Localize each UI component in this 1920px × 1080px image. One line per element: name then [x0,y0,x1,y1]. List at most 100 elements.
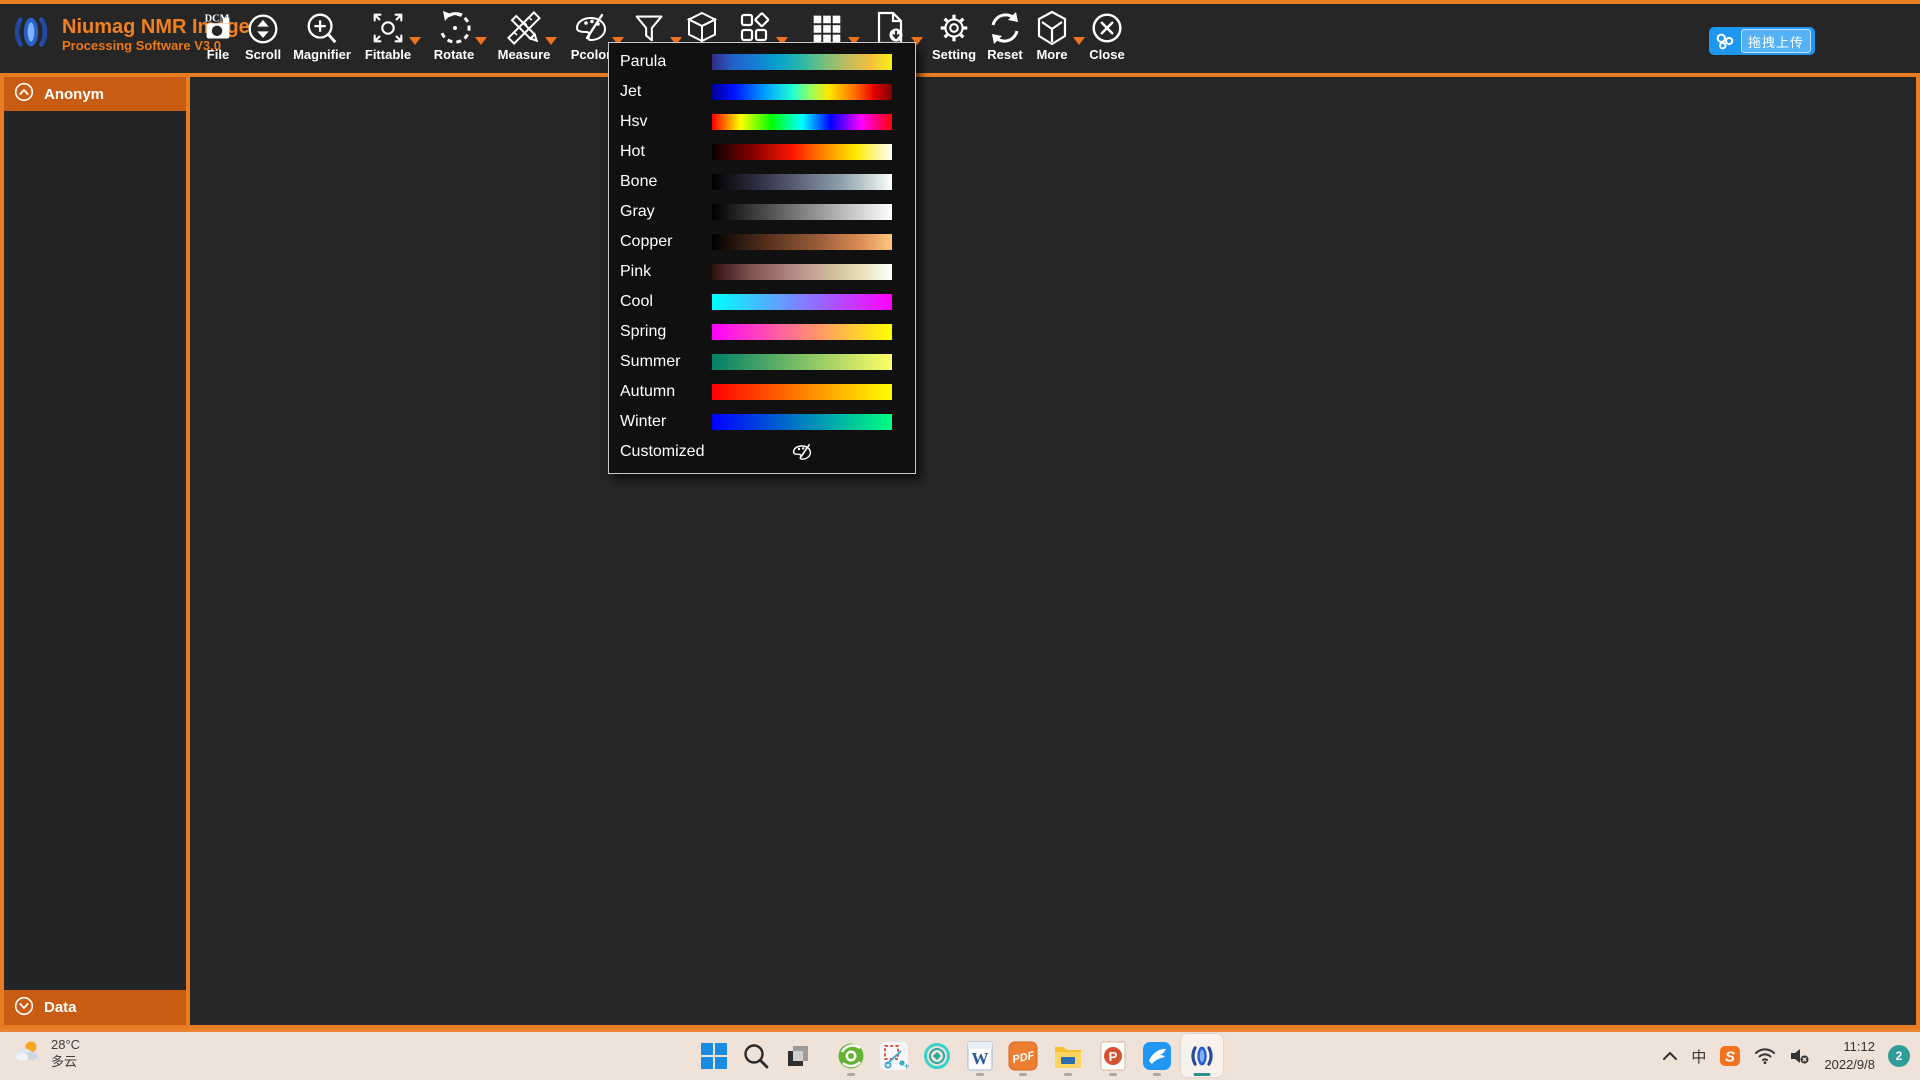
colormap-option-hot[interactable]: Hot [609,137,915,167]
chevron-up-circle-icon [14,82,34,106]
drag-upload-button[interactable]: 拖拽上传 [1709,27,1815,55]
weather-widget[interactable]: 28°C 多云 [12,1037,80,1071]
svg-text:P: P [1109,1049,1118,1064]
colormap-swatch-hot [712,144,892,160]
colormap-option-spring[interactable]: Spring [609,317,915,347]
running-indicator [1064,1073,1072,1076]
running-indicator [1109,1073,1117,1076]
taskbar-browser-360-icon[interactable] [830,1034,872,1077]
toolbar-label-rotate: Rotate [434,47,474,62]
tray-chevron-up-icon[interactable] [1662,1051,1678,1061]
sidebar-section-data[interactable]: Data [4,990,186,1025]
palette-icon [571,8,611,48]
weather-cloud-sun-icon [12,1038,42,1069]
app-logo-icon [8,9,54,60]
colormap-label: Gray [609,203,712,221]
taskbar-task-view-icon[interactable] [777,1034,819,1077]
running-indicator [976,1073,984,1076]
measure-icon [504,8,544,48]
colormap-label: Winter [609,413,712,431]
colormap-option-summer[interactable]: Summer [609,347,915,377]
svg-text:+: + [904,1061,909,1071]
taskbar-pdf-icon[interactable]: PDF [1002,1034,1044,1077]
toolbar-label-scroll: Scroll [245,47,281,62]
colormap-label: Summer [609,353,712,371]
sidebar-anonym-label: Anonym [44,86,104,103]
running-indicator [1194,1073,1211,1076]
sidebar: Anonym Data [0,77,190,1025]
colormap-option-customized[interactable]: Customized [609,437,915,467]
colormap-option-copper[interactable]: Copper [609,227,915,257]
colormap-label: Spring [609,323,712,341]
taskbar-bird-app-icon[interactable] [1136,1034,1178,1077]
palette-icon [712,440,892,464]
taskbar-file-explorer-icon[interactable] [1047,1034,1089,1077]
colormap-swatch-jet [712,84,892,100]
colormap-swatch-hsv [712,114,892,130]
weather-temperature: 28°C [51,1037,80,1054]
netdisk-cloud-icon [1709,27,1741,55]
colormap-swatch-gray [712,204,892,220]
taskbar-powerpoint-icon[interactable]: P [1092,1034,1134,1077]
colormap-option-bone[interactable]: Bone [609,167,915,197]
colormap-option-hsv[interactable]: Hsv [609,107,915,137]
image-canvas [190,77,1916,1025]
svg-text:S: S [1725,1049,1735,1066]
colormap-option-pink[interactable]: Pink [609,257,915,287]
colormap-swatch-cool [712,294,892,310]
colormap-option-autumn[interactable]: Autumn [609,377,915,407]
colormap-option-gray[interactable]: Gray [609,197,915,227]
colormap-swatch-spring [712,324,892,340]
toolbar-label-more: More [1036,47,1067,62]
taskbar-search-icon[interactable] [735,1034,777,1077]
clock-date: 2022/9/8 [1824,1056,1875,1074]
running-indicator [847,1073,855,1076]
sidebar-section-anonym[interactable]: Anonym [4,77,186,111]
taskbar-ring-app-icon[interactable] [916,1034,958,1077]
colormap-swatch-autumn [712,384,892,400]
toolbar-label-magnifier: Magnifier [293,47,351,62]
taskbar-word-icon[interactable]: W [959,1034,1001,1077]
colormap-swatch-parula [712,54,892,70]
wifi-icon[interactable] [1754,1047,1776,1065]
volume-muted-icon[interactable] [1789,1047,1811,1065]
colormap-label: Pink [609,263,712,281]
running-indicator [1153,1073,1161,1076]
taskbar-nmr-app-icon[interactable] [1181,1034,1223,1077]
magnifier-icon [302,8,342,48]
fit-expand-icon [368,8,408,48]
ime-indicator[interactable]: 中 [1691,1046,1706,1067]
notification-badge[interactable]: 2 [1888,1045,1910,1067]
close-circle-icon [1087,8,1127,48]
taskbar-windows-start-icon[interactable] [693,1034,735,1077]
toolbar-label-pcolor: Pcolor [571,47,611,62]
toolbar-label-close: Close [1089,47,1124,62]
colormap-swatch-pink [712,264,892,280]
svg-text:W: W [972,1049,989,1068]
sogou-input-icon[interactable]: S [1719,1045,1741,1067]
taskbar-snip-tool-icon[interactable]: + [873,1034,915,1077]
clock-time: 11:12 [1824,1038,1875,1056]
colormap-option-parula[interactable]: Parula [609,47,915,77]
colormap-label: Customized [609,443,712,461]
chevron-down-circle-icon [14,996,34,1020]
colormap-label: Jet [609,83,712,101]
scroll-icon [243,8,283,48]
colormap-option-jet[interactable]: Jet [609,77,915,107]
sidebar-data-label: Data [44,999,77,1016]
colormap-option-winter[interactable]: Winter [609,407,915,437]
clock-widget[interactable]: 11:12 2022/9/8 [1824,1038,1875,1073]
colormap-label: Hot [609,143,712,161]
system-tray: 中 S [1662,1032,1910,1080]
colormap-label: Copper [609,233,712,251]
screen: Niumag NMR Image Processing Software V3.… [0,0,1920,1080]
colormap-label: Bone [609,173,712,191]
colormap-label: Hsv [609,113,712,131]
colormap-swatch-winter [712,414,892,430]
toolbar-item-close[interactable]: Close [1064,8,1150,62]
toolbar: Niumag NMR Image Processing Software V3.… [0,4,1920,73]
colormap-swatch-copper [712,234,892,250]
toolbar-label-measure: Measure [498,47,551,62]
colormap-label: Autumn [609,383,712,401]
colormap-option-cool[interactable]: Cool [609,287,915,317]
